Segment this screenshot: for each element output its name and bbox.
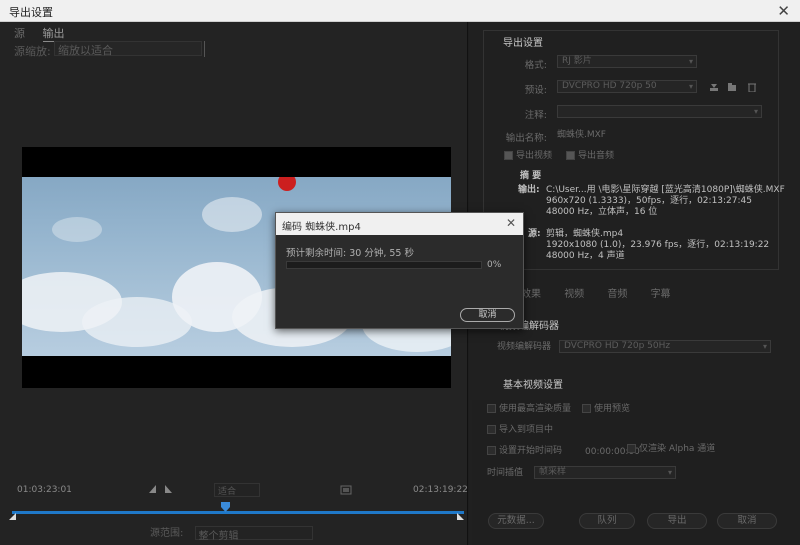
render-options: 使用最高渲染质量 使用预览 导入到项目中 设置开始时间码 00:00:00:00…	[472, 400, 800, 545]
preset-label: 预设:	[524, 85, 547, 96]
summary-output-line: C:\User...用 \电影\星际穿越 [蓝光高清1080P]\蜘蛛侠.MXF	[546, 185, 785, 195]
source-scale-select[interactable]: 缩放以适合	[54, 41, 202, 57]
checkbox-icon	[487, 425, 496, 434]
source-range-label: 源范围:	[150, 528, 184, 539]
tab-source[interactable]: 源	[14, 27, 25, 40]
red-balloon-image	[278, 177, 296, 191]
settings-subtabs: 效果 视频 音频 字幕	[521, 285, 691, 300]
output-name-label: 输出名称:	[505, 133, 547, 144]
checkbox-icon	[582, 404, 591, 413]
queue-button[interactable]: 队列	[579, 513, 635, 529]
comment-input[interactable]	[557, 105, 762, 118]
output-name-link[interactable]: 蜘蛛侠.MXF	[557, 130, 606, 141]
tab-video[interactable]: 视频	[564, 289, 584, 300]
source-range-select[interactable]: 整个剪辑	[194, 526, 313, 542]
mark-in-icon[interactable]	[149, 485, 157, 493]
tab-effects[interactable]: 效果	[521, 289, 541, 300]
preset-select[interactable]: DVCPRO HD 720p 50	[557, 80, 697, 93]
export-button[interactable]: 导出	[647, 513, 707, 529]
mark-out-icon[interactable]	[164, 485, 172, 493]
delete-preset-icon[interactable]	[747, 82, 757, 92]
summary-source-line: 48000 Hz，4 声道	[546, 251, 625, 261]
checkbox-icon	[487, 404, 496, 413]
start-timecode-checkbox[interactable]: 设置开始时间码	[487, 446, 562, 457]
timeline-bar[interactable]	[12, 511, 464, 514]
interp-select[interactable]: 帧采样	[534, 466, 676, 479]
format-label: 格式:	[524, 60, 547, 71]
metadata-button[interactable]: 元数据...	[488, 513, 544, 529]
format-select[interactable]: RJ 影片	[557, 55, 697, 68]
progress-percent: 0%	[487, 260, 502, 270]
checkbox-icon	[504, 151, 513, 160]
source-output-tabs: 源 输出	[14, 25, 79, 42]
codec-select[interactable]: DVCPRO HD 720p 50Hz	[559, 340, 771, 353]
in-point-icon[interactable]	[9, 513, 16, 520]
window-title: 导出设置	[9, 6, 53, 19]
source-range-row: 源范围: 整个剪辑	[150, 524, 313, 542]
tab-audio[interactable]: 音频	[607, 289, 627, 300]
export-video-checkbox[interactable]: 导出视频	[504, 151, 552, 162]
divider	[204, 41, 205, 57]
summary-source-line: 剪辑，蜘蛛侠.mp4	[546, 229, 624, 239]
max-render-checkbox[interactable]: 使用最高渲染质量	[487, 404, 571, 415]
use-preview-checkbox[interactable]: 使用预览	[582, 404, 630, 415]
checkbox-icon	[487, 446, 496, 455]
basic-video-title: 基本视频设置	[503, 380, 563, 391]
checkbox-icon	[566, 151, 575, 160]
summary-output-label: 输出:	[518, 185, 540, 195]
summary-title: 摘 要	[520, 171, 542, 181]
aspect-icon[interactable]	[340, 485, 352, 495]
summary-source-line: 1920x1080 (1.0)，23.976 fps，逐行，02:13:19:2…	[546, 240, 770, 250]
fit-select[interactable]: 适合	[214, 483, 260, 497]
import-preset-icon[interactable]	[727, 82, 737, 92]
encoding-dialog: 编码 蜘蛛侠.mp4 ✕ 预计剩余时间: 30 分钟, 55 秒 0% 取消	[275, 212, 524, 329]
codec-label: 视频编解码器	[497, 342, 552, 352]
encoding-dialog-title: 编码 蜘蛛侠.mp4	[282, 222, 361, 233]
source-scale-row: 源缩放: 缩放以适合	[14, 41, 205, 59]
out-timecode: 02:13:19:22	[413, 485, 468, 495]
window-titlebar: 导出设置 ✕	[0, 0, 800, 22]
encoding-progress-bar	[286, 261, 482, 269]
export-settings-title: 导出设置	[503, 38, 543, 49]
encoding-dialog-titlebar: 编码 蜘蛛侠.mp4 ✕	[276, 213, 523, 235]
source-scale-label: 源缩放:	[14, 45, 51, 58]
summary-output-line: 960x720 (1.3333)，50fps，逐行，02:13:27:45	[546, 196, 752, 206]
close-icon[interactable]: ✕	[506, 216, 516, 230]
alpha-only-checkbox[interactable]: 仅渲染 Alpha 通道	[627, 444, 715, 455]
tab-output[interactable]: 输出	[42, 27, 65, 42]
checkbox-icon	[627, 444, 636, 453]
interp-label: 时间插值	[487, 468, 524, 478]
window-close-icon[interactable]: ✕	[777, 2, 790, 20]
summary-source-label: 源:	[528, 229, 541, 239]
encoding-cancel-button[interactable]: 取消	[460, 308, 515, 322]
export-audio-checkbox[interactable]: 导出音频	[566, 151, 614, 162]
out-point-icon[interactable]	[457, 513, 464, 520]
save-preset-icon[interactable]	[709, 82, 719, 92]
cancel-button[interactable]: 取消	[717, 513, 777, 529]
time-remaining: 预计剩余时间: 30 分钟, 55 秒	[286, 248, 414, 259]
in-timecode: 01:03:23:01	[17, 485, 72, 495]
tab-captions[interactable]: 字幕	[651, 289, 671, 300]
playhead-icon[interactable]	[221, 502, 230, 512]
comment-label: 注释:	[524, 110, 547, 121]
summary-output-line: 48000 Hz，立体声，16 位	[546, 207, 658, 217]
import-project-checkbox[interactable]: 导入到项目中	[487, 425, 553, 436]
